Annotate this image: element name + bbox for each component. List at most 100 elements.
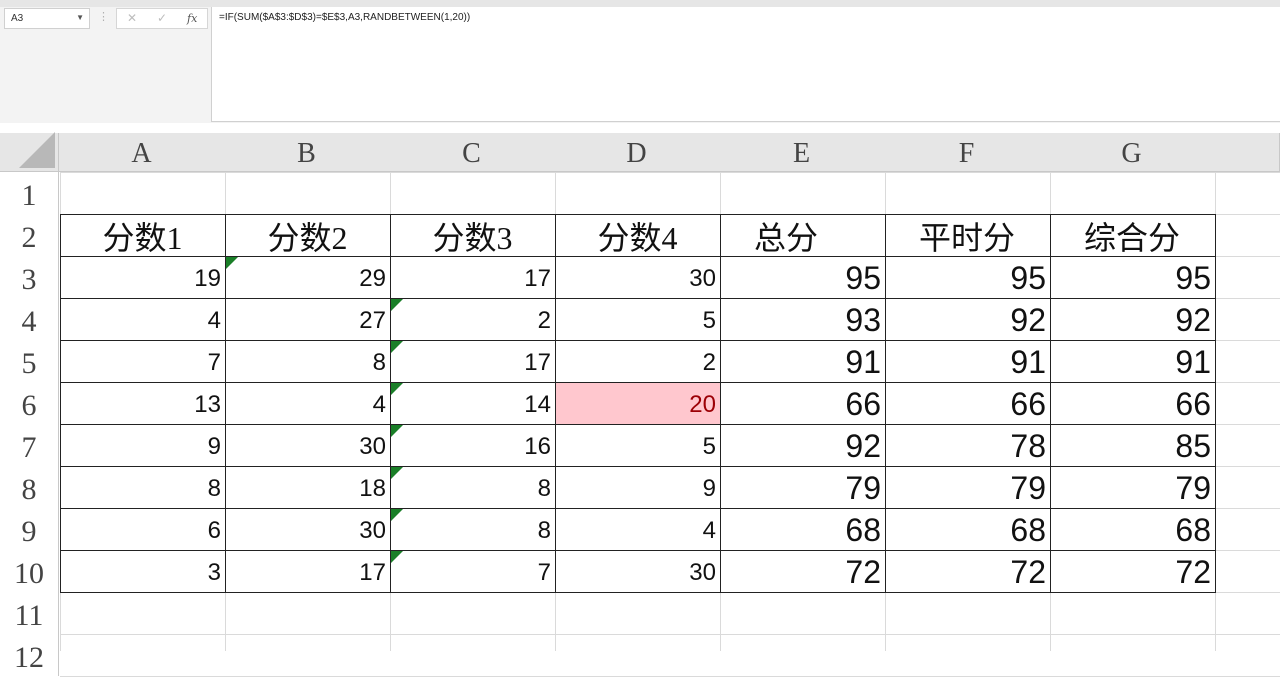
row-header-6[interactable]: 6 bbox=[0, 382, 59, 424]
error-indicator-icon[interactable] bbox=[391, 341, 403, 353]
error-indicator-icon[interactable] bbox=[391, 467, 403, 479]
cell-g6[interactable]: 66 bbox=[1051, 383, 1215, 424]
insert-function-icon[interactable]: fx bbox=[187, 12, 197, 25]
column-header-b[interactable]: B bbox=[224, 133, 390, 172]
row-header-4[interactable]: 4 bbox=[0, 298, 59, 340]
error-indicator-icon[interactable] bbox=[226, 257, 238, 269]
row-header-8[interactable]: 8 bbox=[0, 466, 59, 508]
formula-input[interactable]: =IF(SUM($A$3:$D$3)=$E$3,A3,RANDBETWEEN(1… bbox=[211, 7, 1280, 122]
header-cell-g[interactable]: 综合分 bbox=[1050, 214, 1215, 256]
select-all-button[interactable] bbox=[0, 132, 59, 172]
row-header-10[interactable]: 10 bbox=[0, 550, 59, 592]
cell-b6[interactable]: 4 bbox=[226, 383, 390, 424]
cell-b5[interactable]: 8 bbox=[226, 341, 390, 382]
enter-icon[interactable]: ✓ bbox=[157, 11, 167, 25]
cell-g9[interactable]: 68 bbox=[1051, 509, 1215, 550]
error-indicator-icon[interactable] bbox=[391, 551, 403, 563]
table-border bbox=[555, 214, 556, 593]
cell-c6[interactable]: 14 bbox=[391, 383, 555, 424]
cell-d9[interactable]: 4 bbox=[556, 509, 720, 550]
cell-b4[interactable]: 27 bbox=[226, 299, 390, 340]
cell-b3[interactable]: 29 bbox=[226, 257, 390, 298]
cell-c9[interactable]: 8 bbox=[391, 509, 555, 550]
cell-e6[interactable]: 66 bbox=[721, 383, 885, 424]
header-cell-e[interactable]: 总分 bbox=[720, 214, 885, 256]
column-header-g[interactable]: G bbox=[1049, 133, 1215, 172]
cell-e4[interactable]: 93 bbox=[721, 299, 885, 340]
cell-a3[interactable]: 19 bbox=[61, 257, 225, 298]
row-header-5[interactable]: 5 bbox=[0, 340, 59, 382]
cell-f3[interactable]: 95 bbox=[886, 257, 1050, 298]
header-cell-d[interactable]: 分数4 bbox=[555, 214, 720, 256]
column-header-e[interactable]: E bbox=[719, 133, 885, 172]
cell-d4[interactable]: 5 bbox=[556, 299, 720, 340]
cell-f8[interactable]: 79 bbox=[886, 467, 1050, 508]
cancel-icon[interactable]: ✕ bbox=[127, 11, 137, 25]
column-header-a[interactable]: A bbox=[59, 133, 225, 172]
cell-c5[interactable]: 17 bbox=[391, 341, 555, 382]
row-header-12[interactable]: 12 bbox=[0, 634, 59, 676]
row-header-2[interactable]: 2 bbox=[0, 214, 59, 256]
cell-d8[interactable]: 9 bbox=[556, 467, 720, 508]
cell-b7[interactable]: 30 bbox=[226, 425, 390, 466]
column-header-f[interactable]: F bbox=[884, 133, 1050, 172]
cell-c10[interactable]: 7 bbox=[391, 551, 555, 592]
cell-d3[interactable]: 30 bbox=[556, 257, 720, 298]
cell-e3[interactable]: 95 bbox=[721, 257, 885, 298]
cell-b8[interactable]: 18 bbox=[226, 467, 390, 508]
error-indicator-icon[interactable] bbox=[391, 509, 403, 521]
cell-d7[interactable]: 5 bbox=[556, 425, 720, 466]
error-indicator-icon[interactable] bbox=[391, 299, 403, 311]
cell-g7[interactable]: 85 bbox=[1051, 425, 1215, 466]
cell-g10[interactable]: 72 bbox=[1051, 551, 1215, 592]
cell-a10[interactable]: 3 bbox=[61, 551, 225, 592]
cell-g5[interactable]: 91 bbox=[1051, 341, 1215, 382]
cell-f6[interactable]: 66 bbox=[886, 383, 1050, 424]
row-header-11[interactable]: 11 bbox=[0, 592, 59, 634]
cell-f7[interactable]: 78 bbox=[886, 425, 1050, 466]
row-header-7[interactable]: 7 bbox=[0, 424, 59, 466]
cell-d5[interactable]: 2 bbox=[556, 341, 720, 382]
cell-a6[interactable]: 13 bbox=[61, 383, 225, 424]
row-header-3[interactable]: 3 bbox=[0, 256, 59, 298]
header-cell-f[interactable]: 平时分 bbox=[885, 214, 1050, 256]
cell-f9[interactable]: 68 bbox=[886, 509, 1050, 550]
cell-g3[interactable]: 95 bbox=[1051, 257, 1215, 298]
cell-e8[interactable]: 79 bbox=[721, 467, 885, 508]
row-header-9[interactable]: 9 bbox=[0, 508, 59, 550]
cell-e10[interactable]: 72 bbox=[721, 551, 885, 592]
cell-f5[interactable]: 91 bbox=[886, 341, 1050, 382]
header-cell-a[interactable]: 分数1 bbox=[60, 214, 225, 256]
cell-e9[interactable]: 68 bbox=[721, 509, 885, 550]
cell-f10[interactable]: 72 bbox=[886, 551, 1050, 592]
cell-e7[interactable]: 92 bbox=[721, 425, 885, 466]
cell-a8[interactable]: 8 bbox=[61, 467, 225, 508]
cell-a4[interactable]: 4 bbox=[61, 299, 225, 340]
chevron-down-icon[interactable]: ▼ bbox=[76, 13, 84, 22]
cell-b9[interactable]: 30 bbox=[226, 509, 390, 550]
header-cell-c[interactable]: 分数3 bbox=[390, 214, 555, 256]
error-indicator-icon[interactable] bbox=[391, 425, 403, 437]
cell-d6[interactable]: 20 bbox=[556, 383, 720, 424]
column-header-c[interactable]: C bbox=[389, 133, 555, 172]
cell-e5[interactable]: 91 bbox=[721, 341, 885, 382]
drag-handle-icon[interactable]: ⋮ bbox=[98, 10, 109, 23]
name-box[interactable]: A3 ▼ bbox=[4, 8, 90, 29]
cell-f4[interactable]: 92 bbox=[886, 299, 1050, 340]
cell-c4[interactable]: 2 bbox=[391, 299, 555, 340]
cell-a5[interactable]: 7 bbox=[61, 341, 225, 382]
cell-g4[interactable]: 92 bbox=[1051, 299, 1215, 340]
cell-c3[interactable]: 17 bbox=[391, 257, 555, 298]
cell-c8[interactable]: 8 bbox=[391, 467, 555, 508]
cell-d10[interactable]: 30 bbox=[556, 551, 720, 592]
column-header-d[interactable]: D bbox=[554, 133, 720, 172]
cell-a7[interactable]: 9 bbox=[61, 425, 225, 466]
cell-b10[interactable]: 17 bbox=[226, 551, 390, 592]
cell-g8[interactable]: 79 bbox=[1051, 467, 1215, 508]
header-cell-b[interactable]: 分数2 bbox=[225, 214, 390, 256]
error-indicator-icon[interactable] bbox=[391, 383, 403, 395]
gridline bbox=[60, 172, 1280, 173]
row-header-1[interactable]: 1 bbox=[0, 172, 59, 214]
cell-a9[interactable]: 6 bbox=[61, 509, 225, 550]
cell-c7[interactable]: 16 bbox=[391, 425, 555, 466]
